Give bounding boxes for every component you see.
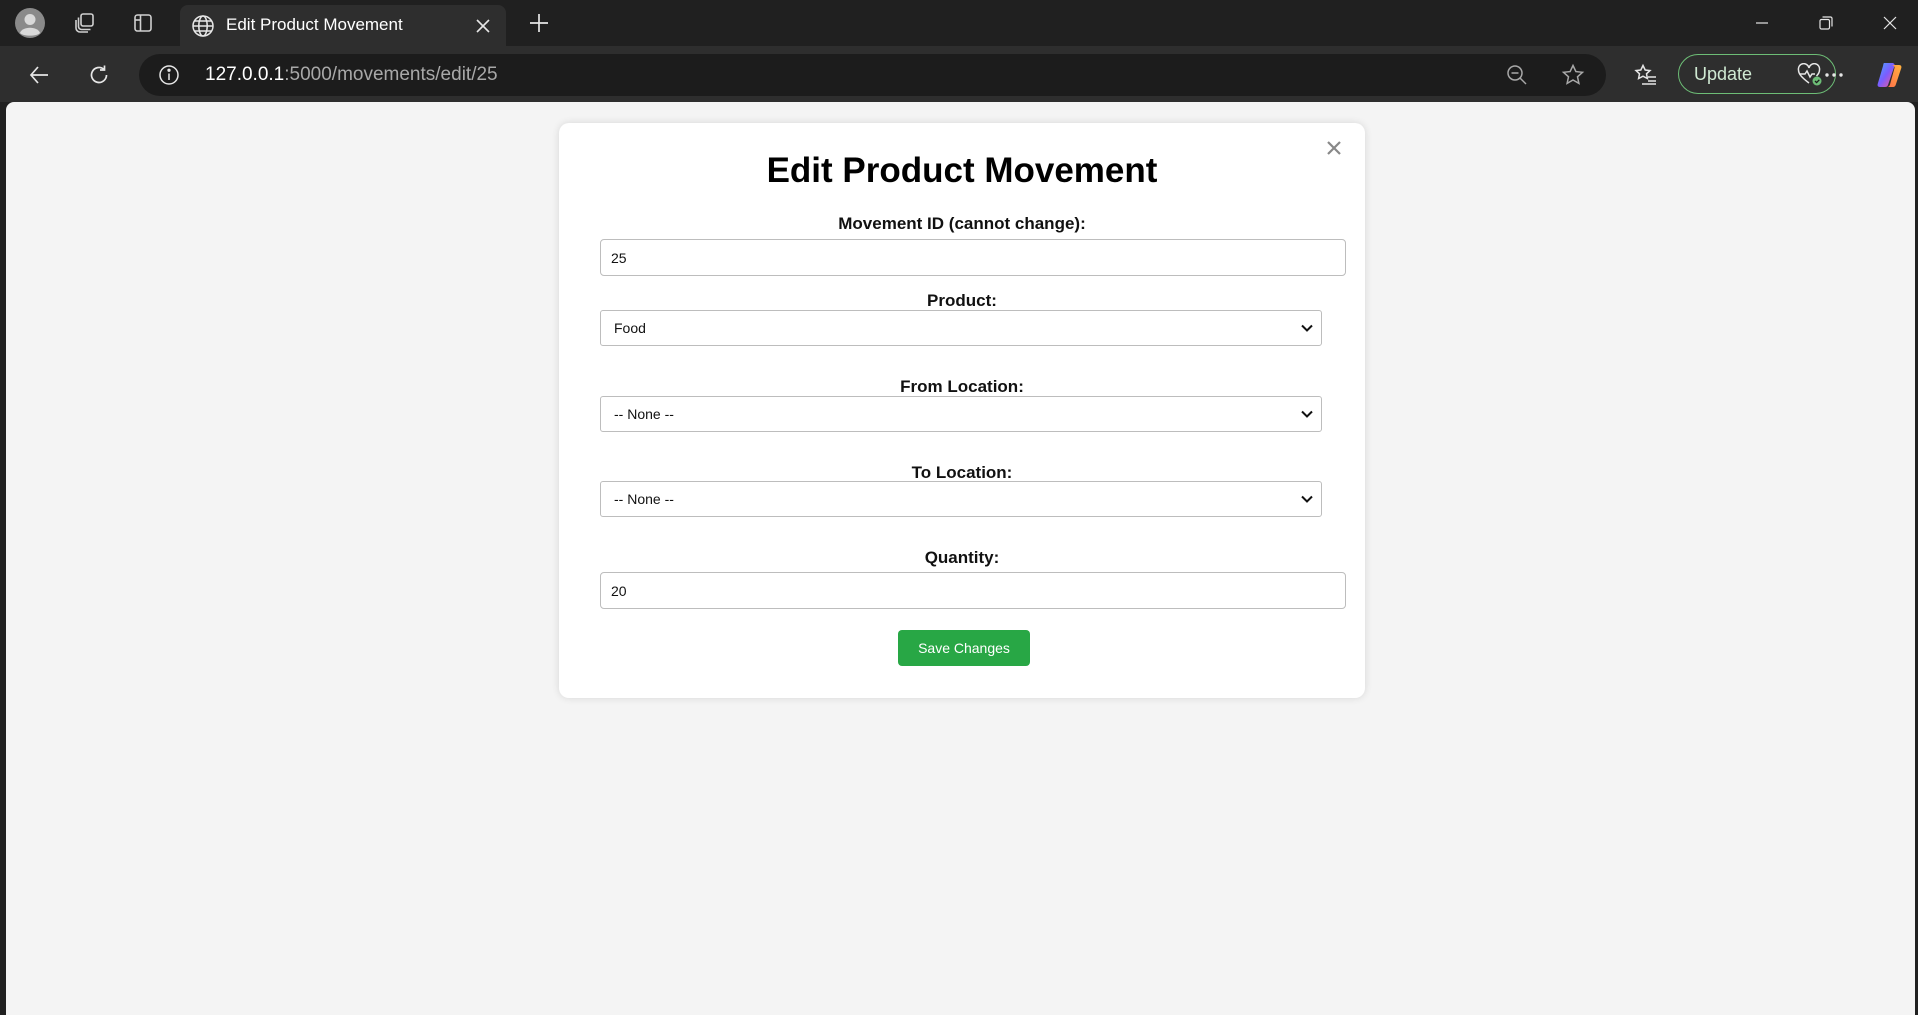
- refresh-icon[interactable]: [79, 55, 119, 95]
- star-icon[interactable]: [1561, 63, 1585, 87]
- profile-avatar-icon[interactable]: [11, 4, 49, 42]
- active-tab[interactable]: Edit Product Movement: [180, 5, 506, 46]
- zoom-out-icon[interactable]: [1505, 63, 1529, 87]
- edit-movement-card: Edit Product Movement Movement ID (canno…: [559, 123, 1365, 698]
- chevron-down-icon: [1299, 406, 1315, 422]
- more-icon[interactable]: [1814, 55, 1854, 95]
- workspaces-icon[interactable]: [66, 4, 104, 42]
- address-path: :5000/movements/edit/25: [284, 64, 498, 85]
- copilot-icon[interactable]: [1870, 55, 1910, 95]
- plus-icon[interactable]: [520, 4, 558, 42]
- chevron-down-icon: [1299, 491, 1315, 507]
- page-viewport: Edit Product Movement Movement ID (canno…: [6, 102, 1915, 1015]
- save-changes-button[interactable]: Save Changes: [898, 630, 1030, 666]
- quantity-field[interactable]: [600, 572, 1346, 609]
- tab-title: Edit Product Movement: [226, 15, 403, 34]
- page-title: Edit Product Movement: [766, 151, 1158, 190]
- product-select[interactable]: Food: [600, 310, 1322, 346]
- product-label: Product:: [927, 291, 997, 310]
- to-location-selected-value: -- None --: [614, 491, 674, 507]
- favorites-icon[interactable]: [1626, 55, 1666, 95]
- from-location-select[interactable]: -- None --: [600, 396, 1322, 432]
- restore-icon[interactable]: [1794, 0, 1858, 46]
- from-location-selected-value: -- None --: [614, 406, 674, 422]
- product-selected-value: Food: [614, 320, 646, 336]
- arrow-left-icon[interactable]: [19, 55, 59, 95]
- address-bar[interactable]: 127.0.0.1:5000/movements/edit/25: [139, 54, 1606, 96]
- title-bar: Edit Product Movement: [0, 0, 1918, 46]
- vertical-tabs-icon[interactable]: [124, 4, 162, 42]
- address-url: 127.0.0.1:5000/movements/edit/25: [205, 54, 498, 96]
- globe-icon: [191, 14, 215, 38]
- movement-id-label: Movement ID (cannot change):: [838, 214, 1086, 233]
- browser-toolbar: 127.0.0.1:5000/movements/edit/25 Update: [0, 46, 1918, 102]
- minimize-icon[interactable]: [1730, 0, 1794, 46]
- to-location-select[interactable]: -- None --: [600, 481, 1322, 517]
- address-host: 127.0.0.1: [205, 64, 285, 85]
- from-location-label: From Location:: [900, 377, 1024, 396]
- chevron-down-icon: [1299, 320, 1315, 336]
- update-label: Update: [1694, 64, 1753, 84]
- close-window-icon[interactable]: [1858, 0, 1918, 46]
- quantity-label: Quantity:: [924, 548, 1000, 567]
- update-button[interactable]: Update: [1678, 54, 1836, 94]
- movement-id-field[interactable]: [600, 239, 1346, 276]
- close-tab-icon[interactable]: [470, 13, 496, 39]
- to-location-label: To Location:: [911, 463, 1013, 482]
- info-icon[interactable]: [157, 63, 181, 87]
